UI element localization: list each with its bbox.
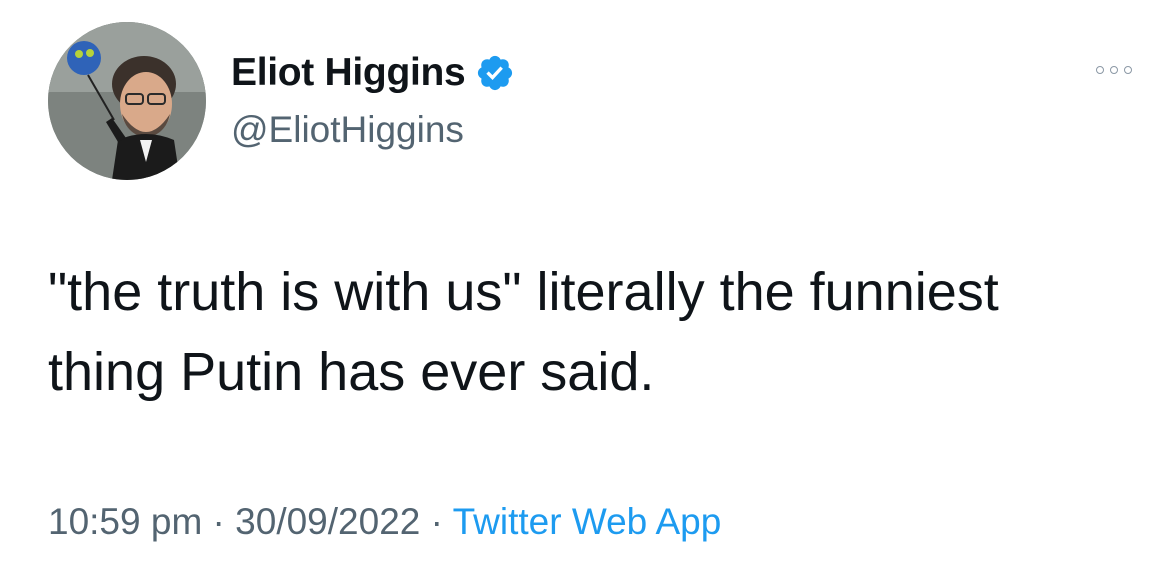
tweet-date[interactable]: 30/09/2022: [235, 501, 420, 542]
avatar[interactable]: [48, 22, 206, 180]
author-handle[interactable]: @EliotHiggins: [231, 108, 464, 152]
avatar-image: [48, 22, 206, 180]
author-display-name[interactable]: Eliot Higgins: [231, 50, 466, 96]
tweet-source[interactable]: Twitter Web App: [453, 501, 722, 542]
meta-separator: ·: [420, 501, 453, 542]
tweet-time[interactable]: 10:59 pm: [48, 501, 202, 542]
more-dot: [1124, 66, 1132, 74]
more-dot: [1096, 66, 1104, 74]
tweet-text: "the truth is with us" literally the fun…: [48, 262, 999, 402]
tweet-meta: 10:59 pm · 30/09/2022 · Twitter Web App: [48, 497, 721, 547]
meta-separator: ·: [202, 501, 236, 542]
tweet-card: Eliot Higgins @EliotHiggins "the truth i…: [0, 0, 1170, 571]
author-row: Eliot Higgins: [231, 50, 515, 96]
more-dot: [1110, 66, 1118, 74]
more-dots-icon[interactable]: [1096, 66, 1132, 74]
verified-badge-icon: [478, 55, 513, 91]
